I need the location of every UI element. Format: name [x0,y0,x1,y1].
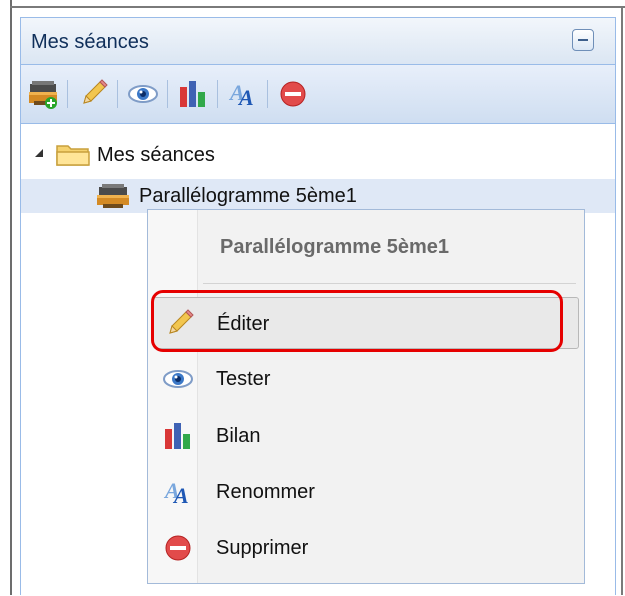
toolbar-separator [67,80,68,108]
tree-session-label: Parallélogramme 5ème1 [139,185,357,207]
delete-icon [165,535,191,561]
delete-icon [280,81,306,107]
expand-arrow-icon[interactable] [35,149,43,157]
collapse-button[interactable] [572,29,594,51]
toolbar-separator [217,80,218,108]
toolbar-separator [117,80,118,108]
toolbar-separator [167,80,168,108]
new-session-button[interactable] [26,77,60,111]
eye-icon [163,370,193,388]
pencil-icon [169,309,194,334]
context-menu: Parallélogramme 5ème1 Éditer Tester Bila… [147,209,585,584]
screen: Mes séances A A Mes séances Parallélogra… [0,0,625,595]
menu-item-delete[interactable]: Supprimer [153,522,579,574]
test-button[interactable] [126,77,160,111]
menu-item-label: Bilan [216,425,261,447]
eye-icon [128,85,158,103]
menu-item-rename[interactable]: A A Renommer [153,466,579,518]
svg-text:A: A [172,483,189,508]
folder-icon [56,145,90,166]
menu-item-label: Renommer [216,481,315,503]
session-icon [97,184,129,208]
menu-item-label: Tester [216,368,271,390]
toolbar: A A [21,65,615,124]
svg-text:A: A [237,85,254,110]
window-top-edge [10,6,625,8]
bar-chart-icon [180,81,205,107]
menu-item-label: Supprimer [216,537,309,559]
delete-button[interactable] [276,77,310,111]
tree-root-label: Mes séances [97,144,215,166]
report-button[interactable] [176,77,210,111]
new-session-icon [29,81,57,109]
window-left-edge [10,0,12,595]
rename-icon: A A [228,80,254,110]
menu-item-report[interactable]: Bilan [153,410,579,462]
panel-header: Mes séances [21,18,615,65]
menu-item-label: Éditer [217,313,270,335]
rename-icon: A A [163,478,189,508]
tree-session-row[interactable]: Parallélogramme 5ème1 [21,179,615,213]
context-menu-title: Parallélogramme 5ème1 [220,236,450,258]
menu-divider [203,283,576,284]
rename-button[interactable]: A A [226,77,260,111]
window-right-edge [621,6,623,595]
menu-item-test[interactable]: Tester [153,353,579,405]
pencil-icon [83,79,108,104]
bar-chart-icon [165,423,190,449]
tree-root-row[interactable]: Mes séances [21,138,615,172]
toolbar-separator [267,80,268,108]
panel-title: Mes séances [31,31,149,53]
menu-item-edit[interactable]: Éditer [153,297,579,349]
edit-button[interactable] [76,77,110,111]
